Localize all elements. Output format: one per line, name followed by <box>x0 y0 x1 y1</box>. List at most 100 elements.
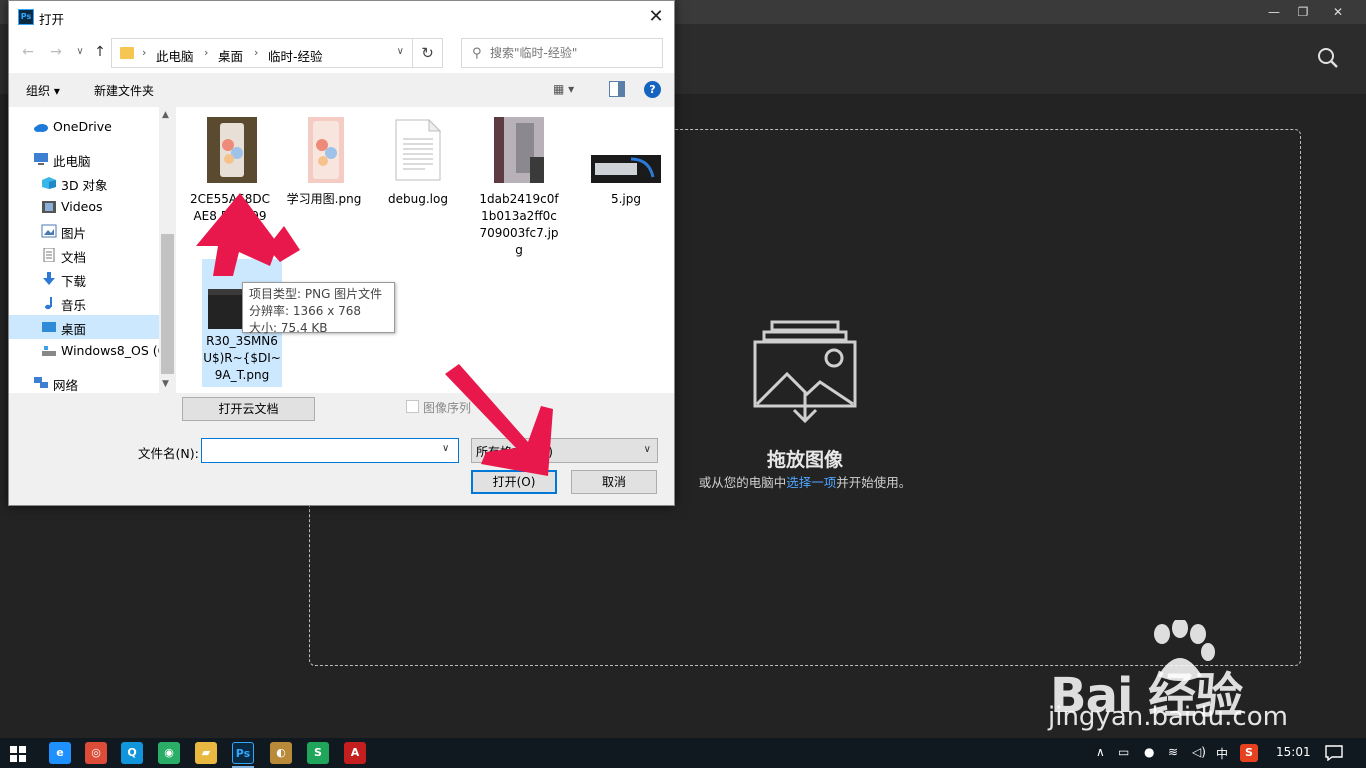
clock[interactable]: 15:01 <box>1276 745 1311 759</box>
volume-icon[interactable]: ◁) <box>1192 745 1206 759</box>
scrollbar-thumb[interactable] <box>161 234 174 374</box>
nav-item-desktop[interactable]: 桌面 <box>9 315 159 339</box>
battery-icon[interactable]: ▭ <box>1118 745 1129 759</box>
chevron-down-icon[interactable]: ∨ <box>442 443 449 454</box>
drop-title: 拖放图像 <box>766 449 843 471</box>
file-item[interactable]: 5.jpg <box>586 113 666 213</box>
picture-icon <box>41 224 57 238</box>
help-icon[interactable]: ? <box>644 81 661 98</box>
image-upload-icon <box>753 320 857 424</box>
baidu-jingyan-watermark: Bai 经验 jingyan.baidu.com <box>1040 620 1340 740</box>
select-file-link[interactable]: 选择一项 <box>786 475 836 490</box>
wechat-icon[interactable]: ◉ <box>158 742 180 764</box>
nav-item-downloads[interactable]: 下载 <box>9 267 159 291</box>
recent-dropdown-icon[interactable]: ∨ <box>71 43 89 61</box>
ime-indicator[interactable]: 中 <box>1216 745 1228 762</box>
nav-item-music[interactable]: 音乐 <box>9 291 159 315</box>
nav-item-drive-c[interactable]: Windows8_OS (C <box>9 339 166 363</box>
wps-spreadsheet-icon[interactable]: S <box>307 742 329 764</box>
scroll-down-icon[interactable]: ▼ <box>162 379 169 389</box>
close-icon[interactable]: ✕ <box>642 3 670 31</box>
close-icon[interactable]: ✕ <box>1328 3 1348 21</box>
qq-tray-icon[interactable]: ● <box>1144 745 1154 759</box>
minimize-icon[interactable]: — <box>1264 3 1284 21</box>
nav-item-3d-objects[interactable]: 3D 对象 <box>9 171 159 195</box>
organize-button[interactable]: 组织 ▾ <box>26 82 60 99</box>
address-bar[interactable]: › 此电脑 › 桌面 › 临时-经验 ∨ <box>111 38 413 68</box>
notification-icon[interactable] <box>1325 745 1343 761</box>
open-cloud-document-button[interactable]: 打开云文档 <box>182 397 315 421</box>
dialog-title: 打开 <box>39 12 65 27</box>
cancel-button[interactable]: 取消 <box>571 470 657 494</box>
file-name: debug.log <box>388 192 448 206</box>
nav-item-label: Windows8_OS (C <box>61 343 167 358</box>
file-name: 1dab2419c0f1b013a2ff0c709003fc7.jpg <box>479 192 559 257</box>
search-input[interactable] <box>490 43 658 63</box>
computer-icon <box>34 153 48 165</box>
file-list-pane: 2CE55A68DCAE8 5 96 99 g 学习用图.png debug.l… <box>176 107 674 393</box>
image-sequence-checkbox[interactable] <box>406 400 419 413</box>
music-icon <box>45 297 52 310</box>
photoshop-icon[interactable]: Ps <box>232 742 254 764</box>
nav-item-onedrive[interactable]: OneDrive <box>9 115 159 139</box>
breadcrumb-desktop[interactable]: 桌面 <box>218 46 243 65</box>
windows-start-icon[interactable] <box>10 746 26 762</box>
breadcrumb-this-pc[interactable]: 此电脑 <box>156 46 194 65</box>
forward-arrow-icon[interactable]: → <box>47 43 65 61</box>
network-icon <box>34 377 48 388</box>
file-name: 2CE55A68DCAE8 5 96 99 g <box>190 192 270 240</box>
navigation-pane: OneDrive 此电脑 3D 对象 Videos 图片 文档 下载 音乐 桌面… <box>9 107 176 393</box>
filename-input[interactable] <box>201 438 459 463</box>
scroll-up-icon[interactable]: ▲ <box>162 110 169 120</box>
file-item[interactable]: debug.log <box>378 113 458 213</box>
nav-item-this-pc[interactable]: 此电脑 <box>9 147 159 171</box>
tooltip-dimensions: 分辨率: 1366 x 768 <box>249 304 362 318</box>
sogou-input-icon[interactable]: S <box>1240 744 1258 762</box>
nav-item-label: Videos <box>61 199 103 214</box>
search-box[interactable]: ⚲ <box>461 38 663 68</box>
dialog-titlebar: Ps 打开 ✕ <box>9 1 674 33</box>
ie-icon[interactable]: e <box>49 742 71 764</box>
nav-item-pictures[interactable]: 图片 <box>9 219 159 243</box>
file-item[interactable]: 学习用图.png <box>284 113 364 233</box>
tooltip-size: 大小: 75.4 KB <box>249 321 328 335</box>
new-folder-button[interactable]: 新建文件夹 <box>94 82 154 99</box>
file-item[interactable]: 2CE55A68DCAE8 5 96 99 g <box>190 113 270 253</box>
document-icon <box>43 248 55 262</box>
filetype-select[interactable]: 所有格式 (*.*) ∨ <box>471 438 658 463</box>
chevron-right-icon: › <box>142 46 147 59</box>
nav-item-label: 桌面 <box>61 322 87 337</box>
file-explorer-icon[interactable]: ▰ <box>195 742 217 764</box>
search-icon: ⚲ <box>472 46 482 61</box>
nav-item-videos[interactable]: Videos <box>9 195 159 219</box>
chevron-right-icon: › <box>204 46 209 59</box>
search-icon[interactable] <box>1316 46 1340 70</box>
acrobat-icon[interactable]: A <box>344 742 366 764</box>
nav-item-label: 文档 <box>61 250 87 265</box>
refresh-icon[interactable]: ↻ <box>413 38 443 68</box>
file-item[interactable]: 1dab2419c0f1b013a2ff0c709003fc7.jpg <box>479 113 559 263</box>
nav-item-network[interactable]: 网络 <box>9 371 159 393</box>
nav-scrollbar[interactable]: ▲ ▼ <box>159 107 176 393</box>
view-options-icon[interactable]: ▦ ▾ <box>553 82 589 98</box>
chevron-down-icon[interactable]: ∨ <box>397 46 404 57</box>
nav-item-label: 网络 <box>53 378 79 393</box>
nav-item-label: 音乐 <box>61 298 87 313</box>
file-name: R30_3SMN6U$)R~{$DI~9A_T.png <box>203 334 281 382</box>
up-arrow-icon[interactable]: ↑ <box>91 43 109 61</box>
wifi-icon[interactable]: ≋ <box>1168 745 1178 759</box>
nav-item-documents[interactable]: 文档 <box>9 243 159 267</box>
open-button[interactable]: 打开(O) <box>471 470 557 494</box>
back-arrow-icon[interactable]: ← <box>19 43 37 61</box>
navigation-bar: ← → ∨ ↑ › 此电脑 › 桌面 › 临时-经验 ∨ ↻ ⚲ <box>9 33 674 73</box>
watermark-url: jingyan.baidu.com <box>1048 702 1288 732</box>
restore-icon[interactable]: ❐ <box>1293 3 1313 21</box>
chrome-icon[interactable]: ◎ <box>85 742 107 764</box>
breadcrumb-folder[interactable]: 临时-经验 <box>268 46 323 65</box>
text-file-icon <box>395 119 441 181</box>
file-name: 5.jpg <box>610 192 642 206</box>
pinball-icon[interactable]: ◐ <box>270 742 292 764</box>
preview-pane-icon[interactable] <box>609 81 625 97</box>
chevron-up-icon[interactable]: ∧ <box>1096 745 1105 759</box>
qq-browser-icon[interactable]: Q <box>121 742 143 764</box>
